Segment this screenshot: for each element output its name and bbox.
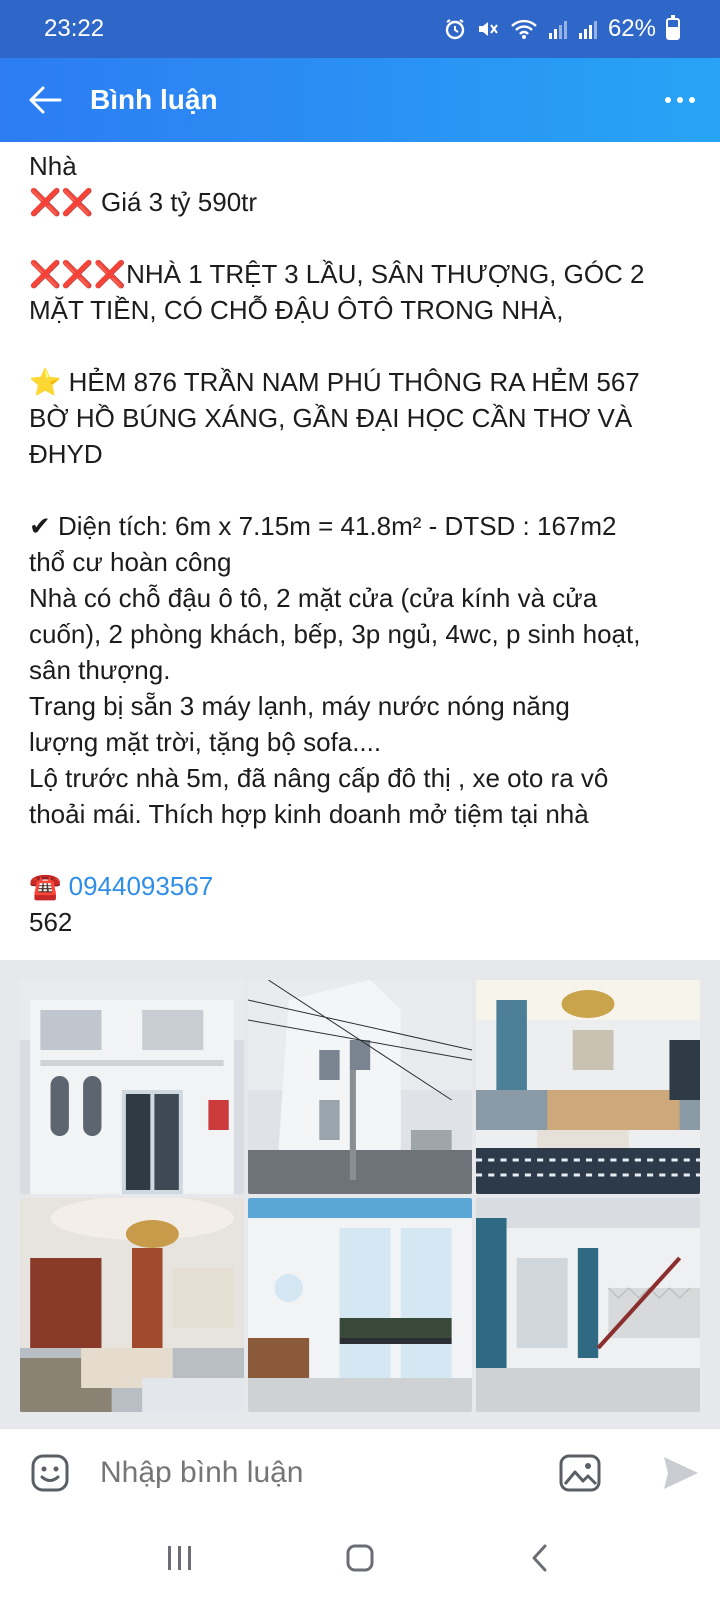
post-line: ⭐ HẺM 876 TRẦN NAM PHÚ THÔNG RA HẺM 567 (29, 367, 640, 397)
nav-back-button[interactable] (500, 1528, 580, 1588)
more-button[interactable] (640, 58, 720, 142)
battery-percent: 62% (607, 15, 656, 42)
back-icon (532, 1544, 547, 1572)
send-icon (664, 1456, 698, 1489)
image-button[interactable] (550, 1429, 610, 1517)
post-line: sân thượng. (29, 655, 171, 685)
alarm-icon (445, 19, 465, 40)
post-line: thoải mái. Thích hợp kinh doanh mở tiệm … (29, 799, 589, 829)
mute-icon (478, 22, 498, 36)
signal-icon (548, 21, 567, 39)
post-line: ✔ Diện tích: 6m x 7.15m = 41.8m² - DTSD … (29, 511, 617, 541)
photo-stairs-room[interactable] (476, 1198, 700, 1412)
status-bar: 23:22 62% (0, 0, 720, 58)
home-button[interactable] (320, 1528, 400, 1588)
photo-kitchen-chandelier[interactable] (20, 1198, 244, 1412)
recent-apps-icon (168, 1546, 191, 1570)
post-line: ❌❌ Giá 3 tỷ 590tr (29, 187, 258, 217)
home-icon (346, 1544, 374, 1572)
photo-balcony-room[interactable] (248, 1198, 472, 1412)
post-line (29, 472, 692, 508)
photo-living-room[interactable] (476, 980, 700, 1194)
back-button[interactable] (0, 58, 90, 142)
post-trailing-number: 562 (29, 907, 73, 937)
emoji-button[interactable] (0, 1429, 100, 1517)
status-icons: 62% (444, 15, 680, 43)
post-content: Nhà ❌❌ Giá 3 tỷ 590tr ❌❌❌NHÀ 1 TRỆT 3 LẦU,… (0, 142, 720, 1428)
photo-grid (20, 980, 700, 1412)
post-line: thổ cư hoàn công (29, 547, 232, 577)
photo-area (0, 960, 720, 1428)
post-line (29, 832, 692, 868)
post-line: Nhà (29, 151, 77, 181)
emoji-icon (31, 1454, 69, 1491)
more-icon (665, 97, 671, 103)
back-arrow-icon (29, 86, 62, 114)
post-line: Nhà có chỗ đậu ô tô, 2 mặt cửa (cửa kính… (29, 583, 598, 613)
signal-icon (578, 21, 597, 39)
recent-apps-button[interactable] (140, 1528, 220, 1588)
system-nav-bar (0, 1516, 720, 1600)
post-line: Lộ trước nhà 5m, đã nâng cấp đô thị , xe… (29, 763, 609, 793)
page-title: Bình luận (90, 84, 218, 115)
photo-corner-street[interactable] (248, 980, 472, 1194)
comment-input[interactable] (100, 1455, 550, 1490)
battery-icon (666, 15, 680, 40)
comment-bar (0, 1428, 720, 1516)
image-icon (559, 1454, 601, 1491)
post-line: lượng mặt trời, tặng bộ sofa.... (29, 727, 382, 757)
post-line (29, 220, 692, 256)
send-button[interactable] (640, 1429, 720, 1517)
phone-link[interactable]: 0944093567 (69, 871, 214, 901)
post-line: BỜ HỒ BÚNG XÁNG, GẦN ĐẠI HỌC CẦN THƠ VÀ (29, 403, 633, 433)
status-time: 23:22 (44, 15, 105, 42)
post-line: ĐHYD (29, 439, 103, 469)
post-text: Nhà ❌❌ Giá 3 tỷ 590tr ❌❌❌NHÀ 1 TRỆT 3 LẦU,… (0, 142, 720, 868)
phone-icon: ☎️ (29, 871, 62, 901)
post-line: Trang bị sẵn 3 máy lạnh, máy nước nóng n… (29, 691, 570, 721)
post-contact: ☎️ 0944093567 562 (0, 868, 720, 940)
wifi-icon (511, 19, 537, 39)
app-bar: Bình luận (0, 58, 720, 142)
phone-line: ☎️ 0944093567 (29, 868, 692, 904)
post-line: MẶT TIỀN, CÓ CHỖ ĐẬU ÔTÔ TRONG NHÀ, (29, 295, 564, 325)
post-line: ❌❌❌NHÀ 1 TRỆT 3 LẦU, SÂN THƯỢNG, GÓC 2 (29, 259, 645, 289)
post-line: cuốn), 2 phòng khách, bếp, 3p ngủ, 4wc, … (29, 619, 641, 649)
photo-house-facade[interactable] (20, 980, 244, 1194)
post-line (29, 328, 692, 364)
